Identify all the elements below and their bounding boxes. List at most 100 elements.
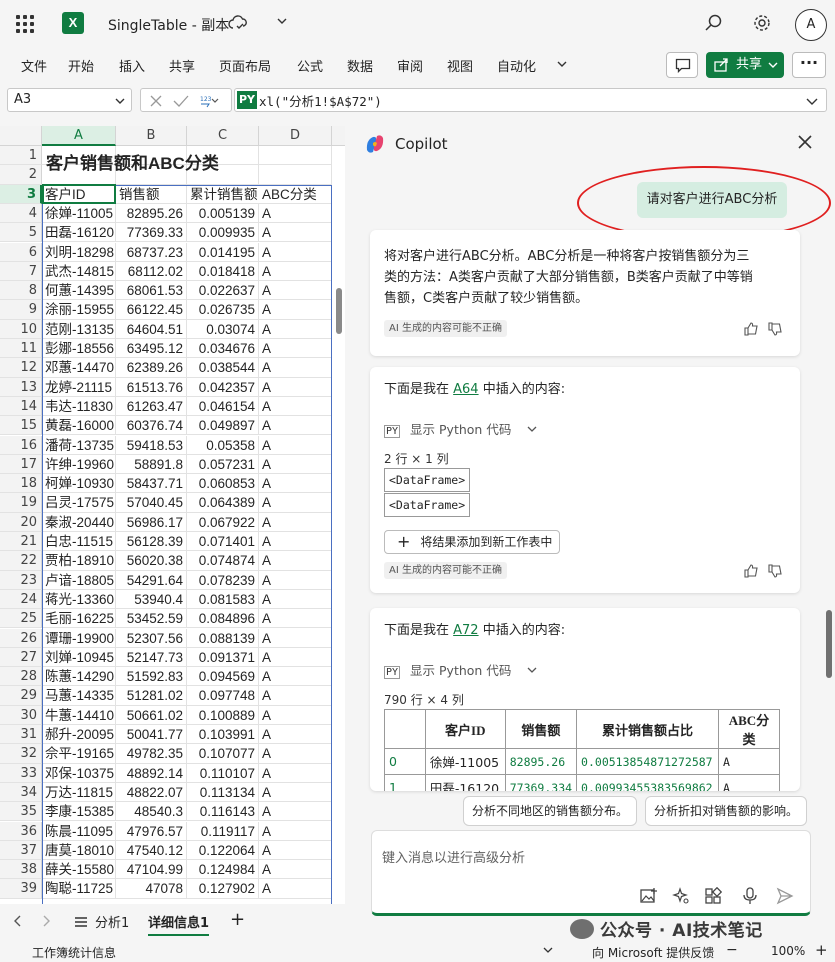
grid-cell[interactable]: 47078 <box>116 879 187 899</box>
grid-cell[interactable]: 0.034676 <box>187 339 259 359</box>
grid-cell[interactable]: 邓蕙-14470 <box>42 358 116 378</box>
grid-cell[interactable]: A <box>259 647 332 668</box>
grid-cell[interactable]: 60376.74 <box>116 416 187 436</box>
grid-cell[interactable]: 59418.53 <box>116 435 187 455</box>
grid-cell[interactable]: A <box>259 223 332 243</box>
column-header-a[interactable]: A <box>42 126 116 146</box>
row-header[interactable]: 22 <box>0 551 42 571</box>
grid-cell[interactable]: A <box>259 377 332 397</box>
menu-insert[interactable]: 插入 <box>119 56 145 75</box>
grid-cell[interactable] <box>259 165 332 185</box>
grid-cell[interactable]: A <box>259 879 332 899</box>
row-header[interactable]: 34 <box>0 782 42 803</box>
grid-cell[interactable]: 49782.35 <box>116 744 187 764</box>
grid-cell[interactable]: 白忠-11515 <box>42 532 116 552</box>
grid-cell[interactable]: 徐婵-11005 <box>42 203 116 224</box>
grid-cell[interactable]: 0.088139 <box>187 628 259 648</box>
row-header[interactable]: 28 <box>0 667 42 687</box>
grid-cell[interactable]: 谭珊-19900 <box>42 628 116 648</box>
menu-review[interactable]: 审阅 <box>397 56 423 75</box>
grid-cell[interactable]: 0.022637 <box>187 281 259 301</box>
row-header[interactable]: 4 <box>0 203 42 224</box>
grid-cell[interactable]: A <box>259 532 332 552</box>
grid-cell[interactable]: 卢谙-18805 <box>42 570 116 590</box>
name-box[interactable]: A3 <box>7 88 132 112</box>
grid-cell[interactable]: 53940.4 <box>116 589 187 610</box>
grid-cell[interactable]: A <box>259 551 332 571</box>
grid-cell[interactable]: 0.049897 <box>187 416 259 436</box>
next-sheet-icon[interactable] <box>42 914 52 928</box>
grid-cell[interactable]: 0.110107 <box>187 763 259 783</box>
grid-cell[interactable]: 刘婵-10945 <box>42 647 116 668</box>
gear-icon[interactable] <box>752 13 772 33</box>
menu-formulas[interactable]: 公式 <box>297 56 323 75</box>
feedback-link[interactable]: 向 Microsoft 提供反馈 <box>592 944 714 961</box>
zoom-level[interactable]: 100% <box>771 944 805 958</box>
row-header[interactable]: 20 <box>0 512 42 532</box>
suggestion-discount-impact[interactable]: 分析折扣对销售额的影响。 <box>645 796 808 826</box>
apps-grid-icon[interactable] <box>704 887 722 905</box>
row-header[interactable]: 1 <box>0 146 42 166</box>
grid-cell[interactable]: 0.038544 <box>187 358 259 378</box>
more-options-button[interactable]: ··· <box>792 52 826 78</box>
grid-cell[interactable]: A <box>259 416 332 436</box>
row-header[interactable]: 18 <box>0 474 42 494</box>
grid-cell[interactable]: A <box>259 686 332 706</box>
grid-cell[interactable]: 0.060853 <box>187 474 259 494</box>
grid-cell[interactable]: A <box>259 454 332 475</box>
grid-cell[interactable]: 47540.12 <box>116 840 187 861</box>
row-header[interactable]: 35 <box>0 802 42 822</box>
grid-cell[interactable]: 刘明-18298 <box>42 242 116 262</box>
show-python-code-toggle[interactable]: PY 显示 Python 代码 <box>384 419 537 438</box>
avatar[interactable]: A <box>795 9 827 41</box>
grid-cell[interactable]: 潘荷-13735 <box>42 435 116 455</box>
grid-cell[interactable]: 48822.07 <box>116 782 187 803</box>
grid-cell[interactable]: 陈蕙-14290 <box>42 667 116 687</box>
row-header[interactable]: 8 <box>0 281 42 301</box>
grid-cell[interactable]: 68112.02 <box>116 261 187 282</box>
grid-cell[interactable]: A <box>259 435 332 455</box>
grid-cell[interactable]: A <box>259 281 332 301</box>
grid-cell[interactable]: 0.124984 <box>187 860 259 880</box>
grid-cell[interactable]: 陈晨-11095 <box>42 821 116 841</box>
row-header[interactable]: 38 <box>0 860 42 880</box>
confirm-check-icon[interactable] <box>173 94 189 108</box>
formula-input[interactable]: PY xl("分析1!$A$72") <box>234 88 827 112</box>
python-insert-icon[interactable]: 123 <box>199 94 219 108</box>
row-header[interactable]: 14 <box>0 396 42 417</box>
grid-cell[interactable]: 0.100889 <box>187 705 259 725</box>
grid-cell[interactable]: 56986.17 <box>116 512 187 532</box>
column-header-c[interactable]: C <box>187 126 259 146</box>
grid-cell[interactable]: 0.116143 <box>187 802 259 822</box>
grid-cell[interactable]: 涂丽-15955 <box>42 300 116 320</box>
grid-cell[interactable]: 0.042357 <box>187 377 259 397</box>
cell-link-a64[interactable]: A64 <box>453 382 478 397</box>
grid-cell[interactable]: A <box>259 474 332 494</box>
grid-cell[interactable]: A <box>259 725 332 745</box>
grid-cell[interactable]: A <box>259 203 332 224</box>
grid-cell[interactable]: A <box>259 589 332 610</box>
grid-cell[interactable]: 47104.99 <box>116 860 187 880</box>
cancel-icon[interactable] <box>149 94 163 108</box>
row-header[interactable]: 19 <box>0 493 42 513</box>
share-button[interactable]: 共享 <box>706 52 784 78</box>
grid-cell[interactable]: 0.097748 <box>187 686 259 706</box>
grid-cell[interactable]: A <box>259 396 332 417</box>
grid-cell[interactable]: 82895.26 <box>116 203 187 224</box>
grid-cell[interactable]: A <box>259 821 332 841</box>
grid-cell[interactable]: 彭娜-18556 <box>42 339 116 359</box>
grid-cell[interactable]: 0.026735 <box>187 300 259 320</box>
app-launcher-icon[interactable] <box>16 15 34 33</box>
grid-cell[interactable]: 邓保-10375 <box>42 763 116 783</box>
grid-cell[interactable]: A <box>259 744 332 764</box>
grid-cell[interactable]: A <box>259 609 332 629</box>
grid-cell[interactable]: 黄磊-16000 <box>42 416 116 436</box>
row-header[interactable]: 16 <box>0 435 42 455</box>
header-cell[interactable]: 销售额 <box>116 184 187 204</box>
grid-cell[interactable]: A <box>259 570 332 590</box>
grid-cell[interactable]: A <box>259 705 332 725</box>
grid-cell[interactable]: 77369.33 <box>116 223 187 243</box>
grid-cell[interactable]: A <box>259 628 332 648</box>
row-header[interactable]: 23 <box>0 570 42 590</box>
grid-cell[interactable]: 秦淑-20440 <box>42 512 116 532</box>
